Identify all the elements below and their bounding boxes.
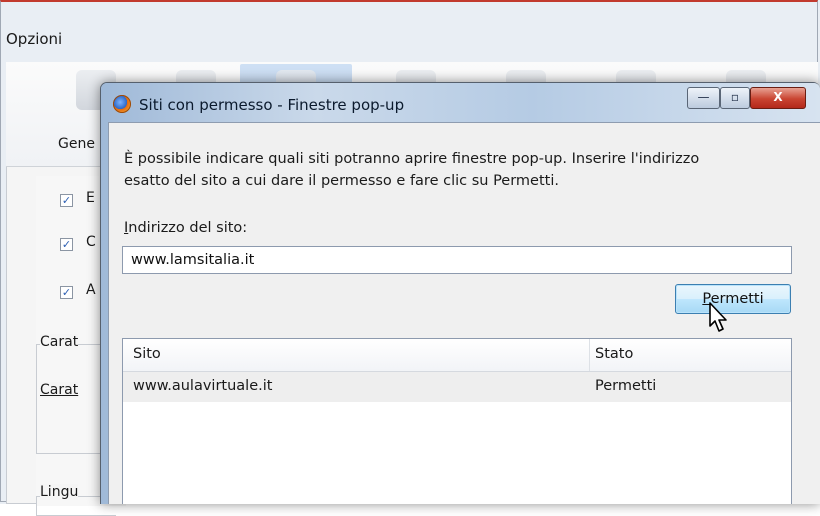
column-header-site[interactable]: Sito bbox=[133, 346, 161, 362]
fonts-group-title: Carat bbox=[40, 334, 79, 350]
sites-list[interactable]: Sito Stato www.aulavirtuale.it Permetti bbox=[122, 338, 792, 504]
allow-button[interactable]: Permetti bbox=[675, 284, 791, 314]
general-tab-label[interactable]: Gene bbox=[58, 136, 95, 152]
close-button[interactable]: X bbox=[750, 87, 806, 109]
checkbox-3-label: A bbox=[86, 282, 96, 298]
firefox-icon bbox=[113, 95, 131, 113]
minimize-button[interactable]: — bbox=[687, 87, 720, 109]
site-address-input[interactable] bbox=[122, 246, 792, 274]
checkbox-2[interactable]: ✓ bbox=[60, 238, 73, 251]
dialog-instructions: È possibile indicare quali siti potranno… bbox=[124, 151, 700, 189]
mouse-pointer-icon bbox=[709, 302, 727, 332]
checkbox-3[interactable]: ✓ bbox=[60, 286, 73, 299]
maximize-button[interactable]: ▫ bbox=[720, 87, 750, 109]
row-status: Permetti bbox=[595, 378, 657, 394]
checkbox-1[interactable]: ✓ bbox=[60, 194, 73, 207]
fonts-group-item[interactable]: Carat bbox=[40, 382, 79, 398]
column-header-status[interactable]: Stato bbox=[595, 346, 633, 362]
checkbox-1-label: E bbox=[86, 190, 95, 206]
column-separator[interactable] bbox=[589, 339, 590, 371]
languages-group-title: Lingu bbox=[40, 484, 79, 500]
options-window-title: Opzioni bbox=[6, 30, 63, 48]
checkbox-2-label: C bbox=[86, 234, 96, 250]
table-row[interactable]: www.aulavirtuale.it Permetti bbox=[123, 372, 791, 402]
row-site: www.aulavirtuale.it bbox=[133, 378, 273, 394]
address-label-text: ndirizzo del sito: bbox=[128, 220, 248, 236]
dialog-title: Siti con permesso - Finestre pop-up bbox=[139, 96, 405, 114]
address-label: Indirizzo del sito: bbox=[124, 220, 247, 236]
sites-list-header: Sito Stato bbox=[123, 339, 791, 372]
